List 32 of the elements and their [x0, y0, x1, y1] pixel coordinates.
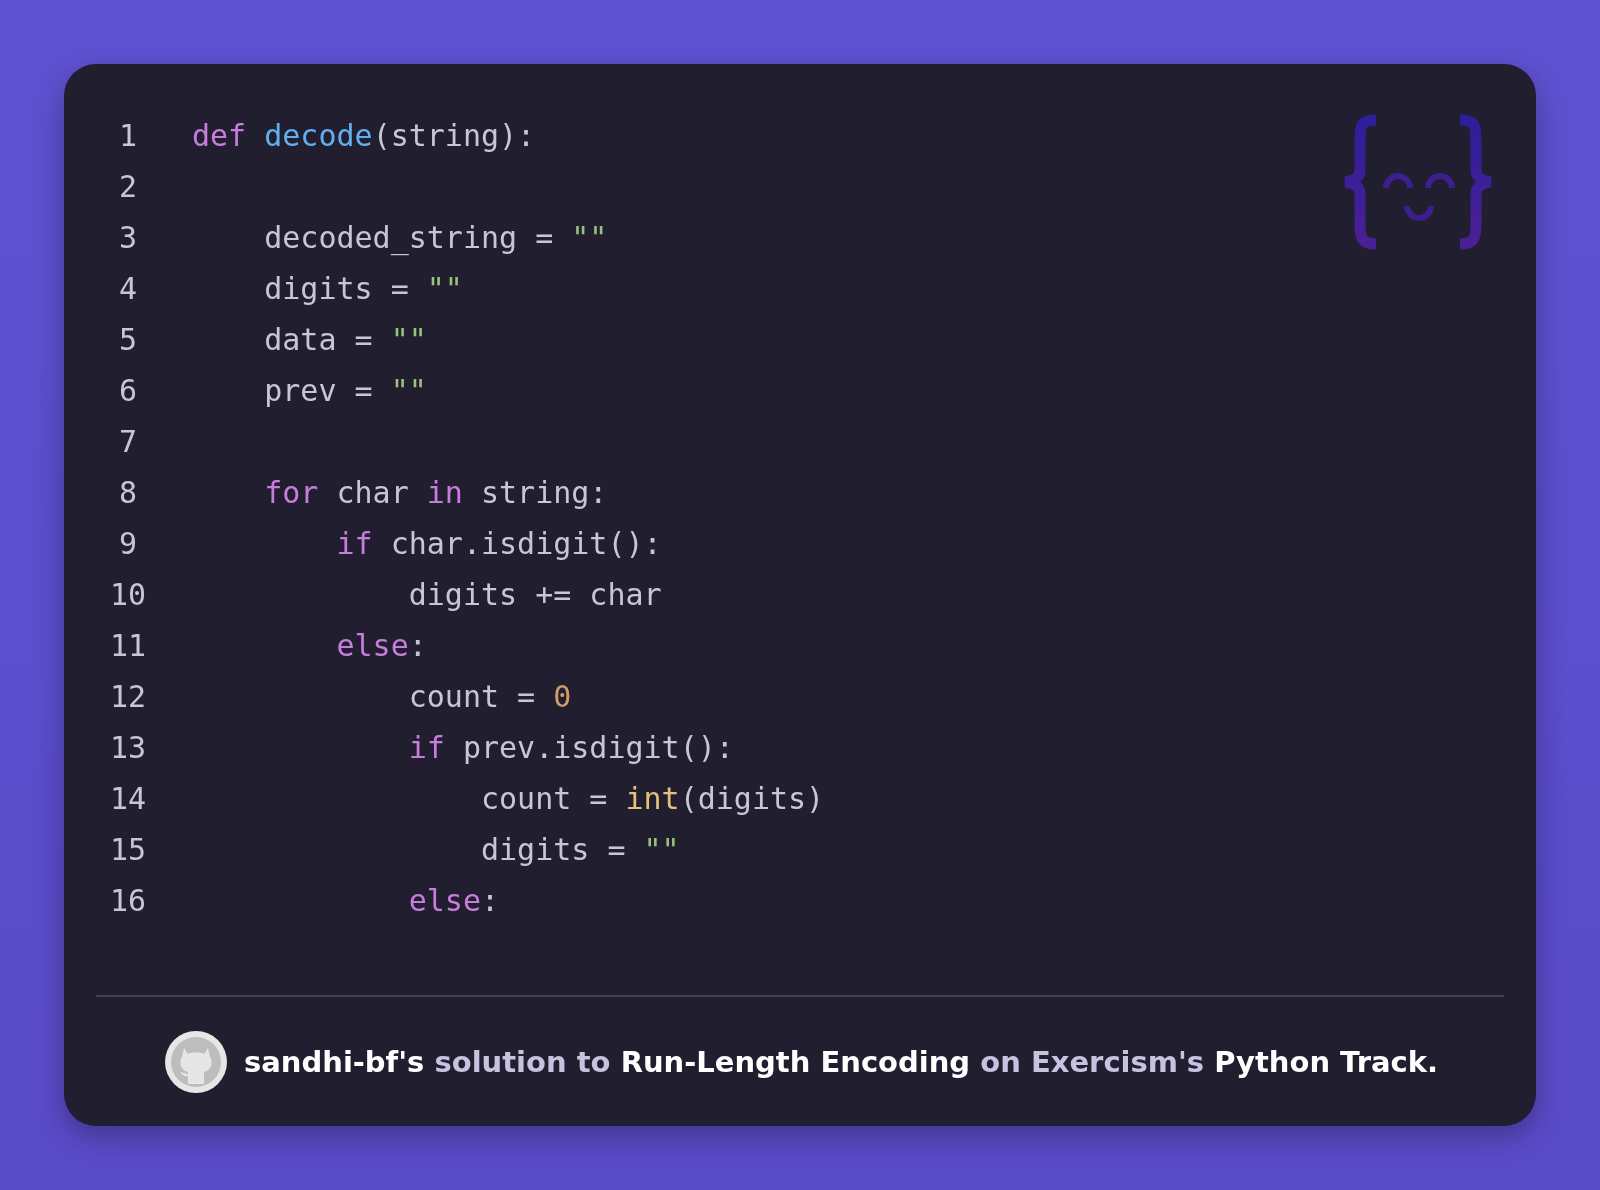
line-number: 10	[108, 577, 148, 612]
line-number: 3	[117, 220, 139, 255]
line-number: 8	[117, 475, 139, 510]
code-line: decoded_string = ""	[263, 220, 608, 255]
code-line: else:	[407, 883, 500, 918]
line-number: 2	[117, 169, 139, 204]
line-number: 6	[117, 373, 139, 408]
code-line: digits = ""	[480, 832, 680, 867]
code-line: prev = ""	[263, 373, 427, 408]
line-number: 14	[108, 781, 148, 816]
solution-caption: sandhi-bf's solution to Run-Length Encoding on Exercism's Python Track.	[244, 1044, 1439, 1079]
code-line: count = 0	[407, 679, 572, 714]
code-line: if char.isdigit():	[335, 526, 662, 561]
code-line: def decode(string):	[192, 118, 536, 153]
code-line: digits = ""	[263, 271, 463, 306]
line-number: 5	[117, 322, 139, 357]
line-number: 12	[108, 679, 148, 714]
line-number: 9	[117, 526, 139, 561]
line-number: 7	[117, 424, 139, 459]
code-line: if prev.isdigit():	[407, 730, 734, 765]
line-number: 15	[108, 832, 148, 867]
code-line: digits += char	[407, 577, 662, 612]
avatar-icon	[164, 1029, 228, 1094]
line-number: 1	[117, 118, 139, 153]
code-line: else:	[335, 628, 427, 663]
line-number: 11	[108, 628, 148, 663]
line-number: 13	[108, 730, 148, 765]
code-line: for char in string:	[263, 475, 608, 510]
code-line: data = ""	[263, 322, 427, 357]
line-number: 4	[117, 271, 139, 306]
line-number: 16	[108, 883, 148, 918]
code-line: count = int(digits)	[480, 781, 825, 816]
